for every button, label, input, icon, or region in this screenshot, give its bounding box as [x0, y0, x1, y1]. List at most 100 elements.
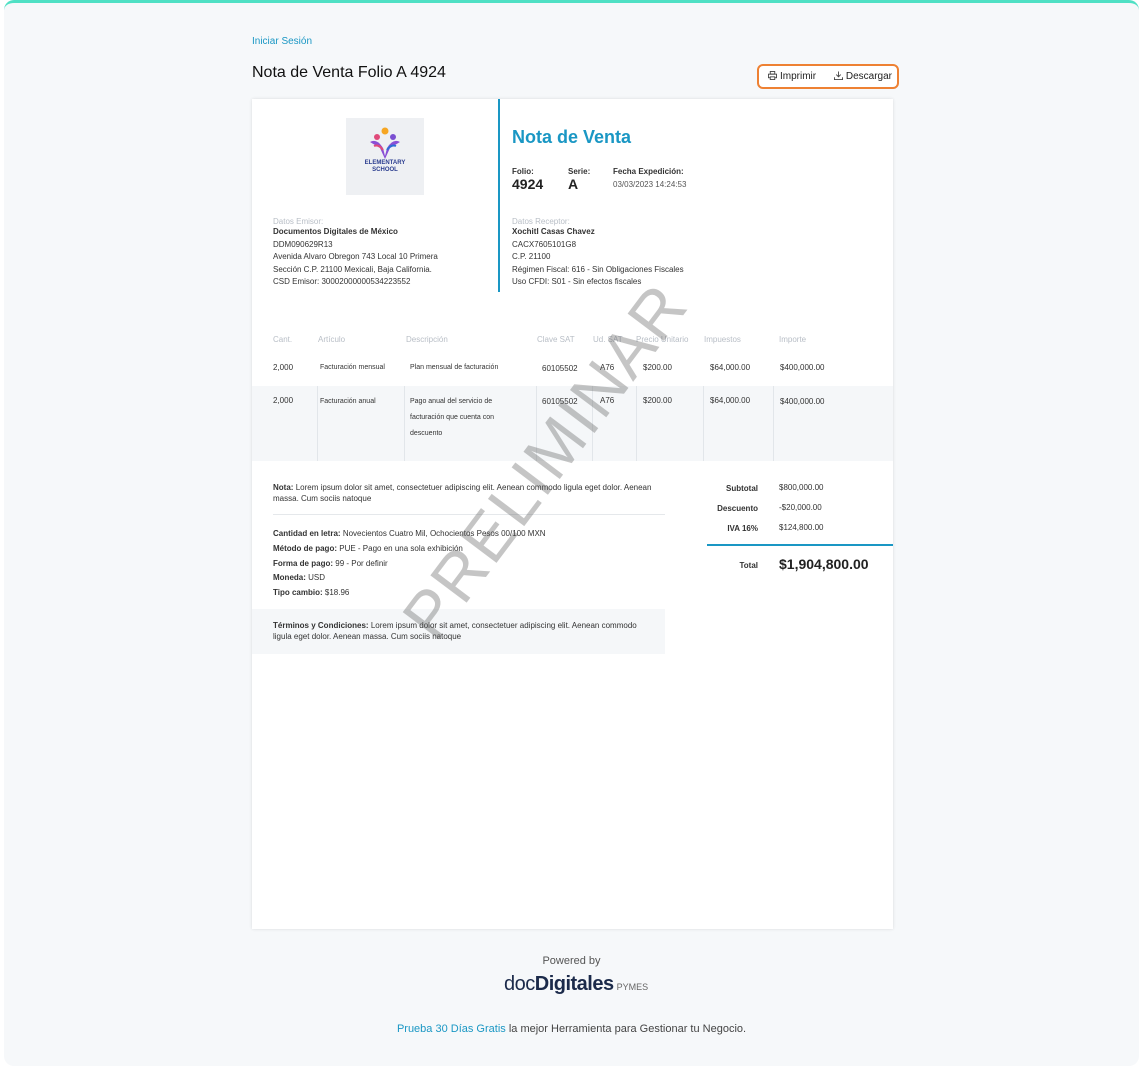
folio-block: Folio: 4924 [512, 167, 543, 192]
totals-divider [707, 544, 893, 546]
cell-impuestos: $64,000.00 [710, 396, 751, 405]
receptor-cp: C.P. 21100 [512, 252, 551, 262]
nota-text: Lorem ipsum dolor sit amet, consectetuer… [273, 483, 652, 503]
payment-value: 99 - Por definir [335, 558, 388, 568]
fecha-block: Fecha Expedición: 03/03/2023 14:24:53 [613, 167, 686, 189]
cell-ud: A76 [600, 396, 615, 405]
brand-doc: doc [504, 973, 535, 995]
subtotal-value: $800,000.00 [779, 483, 824, 492]
col-divider [536, 386, 537, 461]
col-precio-unitario: Precio Unitario [636, 335, 689, 344]
payment-label: Tipo cambio: [273, 588, 323, 598]
serie-block: Serie: A [568, 167, 590, 192]
col-divider [404, 386, 405, 461]
fecha-label: Fecha Expedición: [613, 167, 684, 176]
receptor-regimen: Régimen Fiscal: 616 - Sin Obligaciones F… [512, 264, 684, 274]
total-value: $1,904,800.00 [779, 556, 869, 572]
payment-value: Novecientos Cuatro Mil, Ochocientos Peso… [342, 529, 546, 538]
nota-block: Nota: Lorem ipsum dolor sit amet, consec… [273, 482, 665, 504]
payment-line: Forma de pago: 99 - Por definir [273, 557, 665, 572]
total-label: Total [739, 561, 758, 570]
subtotal-label: Subtotal [726, 484, 758, 493]
emisor-rfc: DDM090629R13 [273, 239, 333, 249]
brand-pymes: PYMES [616, 982, 649, 992]
notes-divider [273, 514, 665, 515]
emisor-block: Datos Emisor: Documentos Digitales de Mé… [273, 217, 493, 289]
payment-label: Cantidad en letra: [273, 529, 341, 538]
emisor-label: Datos Emisor: [273, 217, 324, 226]
terms-label: Términos y Condiciones: [273, 621, 369, 630]
page-title: Nota de Venta Folio A 4924 [252, 64, 446, 81]
cell-clave: 60105502 [542, 364, 578, 373]
header-divider [498, 99, 500, 292]
emisor-csd: CSD Emisor: 30002000000534223552 [273, 277, 411, 287]
cell-impuestos: $64,000.00 [710, 363, 751, 372]
serie-label: Serie: [568, 167, 591, 176]
receptor-name: Xochitl Casas Chavez [512, 227, 595, 236]
payment-label: Forma de pago: [273, 558, 334, 568]
serie-value: A [568, 176, 579, 192]
document-actions: Imprimir Descargar [757, 64, 899, 89]
receptor-label: Datos Receptor: [512, 217, 570, 226]
descuento-label: Descuento [717, 504, 758, 513]
nota-label: Nota: [273, 483, 294, 492]
cell-articulo: Facturación mensual [320, 364, 385, 371]
printer-icon [768, 71, 777, 82]
emisor-address-2: Sección C.P. 21100 Mexicali, Baja Califo… [273, 264, 432, 274]
col-ud-sat: Ud. SAT [593, 335, 623, 344]
cell-cant: 2,000 [273, 363, 294, 372]
cell-precio: $200.00 [643, 396, 672, 405]
payment-label: Moneda: [273, 573, 306, 583]
col-impuestos: Impuestos [704, 335, 741, 344]
print-label: Imprimir [780, 71, 817, 82]
col-divider [317, 386, 318, 461]
col-articulo: Artículo [318, 335, 346, 344]
payment-line: Cantidad en letra: Novecientos Cuatro Mi… [273, 527, 665, 542]
cell-precio: $200.00 [643, 363, 672, 372]
powered-by: Powered by [542, 955, 601, 967]
col-divider [703, 386, 704, 461]
col-descripcion: Descripción [406, 335, 448, 344]
payment-value: PUE - Pago en una sola exhibición [339, 543, 463, 553]
terms-block: Términos y Condiciones: Lorem ipsum dolo… [252, 609, 665, 654]
cell-descripcion: Plan mensual de facturación [410, 364, 499, 371]
col-divider [636, 386, 637, 461]
free-trial-link[interactable]: Prueba 30 Días Gratis [397, 1023, 506, 1035]
document-title: Nota de Venta [512, 127, 632, 147]
school-logo: ELEMENTARY SCHOOL [346, 118, 424, 195]
payment-info: Cantidad en letra: Novecientos Cuatro Mi… [273, 527, 665, 601]
payment-value: USD [308, 573, 326, 583]
receptor-rfc: CACX7605101G8 [512, 239, 577, 249]
payment-line: Moneda: USD [273, 571, 665, 586]
fecha-value: 03/03/2023 14:24:53 [613, 180, 687, 189]
receptor-block: Datos Receptor: Xochitl Casas Chavez CAC… [512, 217, 752, 289]
login-link[interactable]: Iniciar Sesión [252, 36, 312, 47]
emisor-name: Documentos Digitales de México [273, 227, 398, 236]
folio-label: Folio: [512, 167, 534, 176]
logo-line-1: ELEMENTARY [364, 160, 406, 166]
school-logo-text: ELEMENTARY SCHOOL [346, 160, 424, 174]
sales-note-document: ELEMENTARY SCHOOL Nota de Venta Folio: 4… [252, 99, 893, 929]
docdigitales-logo[interactable]: docDigitales PYMES [504, 973, 648, 996]
school-logo-icon [370, 127, 400, 159]
cell-clave: 60105502 [542, 397, 578, 406]
brand-digitales: Digitales [534, 973, 614, 995]
cell-cant: 2,000 [273, 396, 294, 405]
cell-importe: $400,000.00 [780, 363, 825, 372]
download-icon [833, 71, 843, 82]
cell-descripcion: Pago anual del servicio de facturación q… [410, 398, 495, 437]
download-button[interactable]: Descargar [833, 71, 892, 82]
cell-articulo: Facturación anual [320, 398, 376, 405]
promo-line: Prueba 30 Días Gratis la mejor Herramien… [0, 1023, 1143, 1035]
col-divider [773, 386, 774, 461]
payment-line: Tipo cambio: $18.96 [273, 586, 665, 601]
col-clave-sat: Clave SAT [537, 335, 575, 344]
col-divider [592, 386, 593, 461]
iva-value: $124,800.00 [779, 523, 824, 532]
descuento-value: -$20,000.00 [779, 503, 822, 512]
download-label: Descargar [845, 71, 892, 82]
iva-label: IVA 16% [727, 524, 758, 533]
print-button[interactable]: Imprimir [768, 71, 816, 82]
emisor-address-1: Avenida Alvaro Obregon 743 Local 10 Prim… [273, 252, 438, 262]
logo-line-2: SCHOOL [372, 167, 398, 173]
